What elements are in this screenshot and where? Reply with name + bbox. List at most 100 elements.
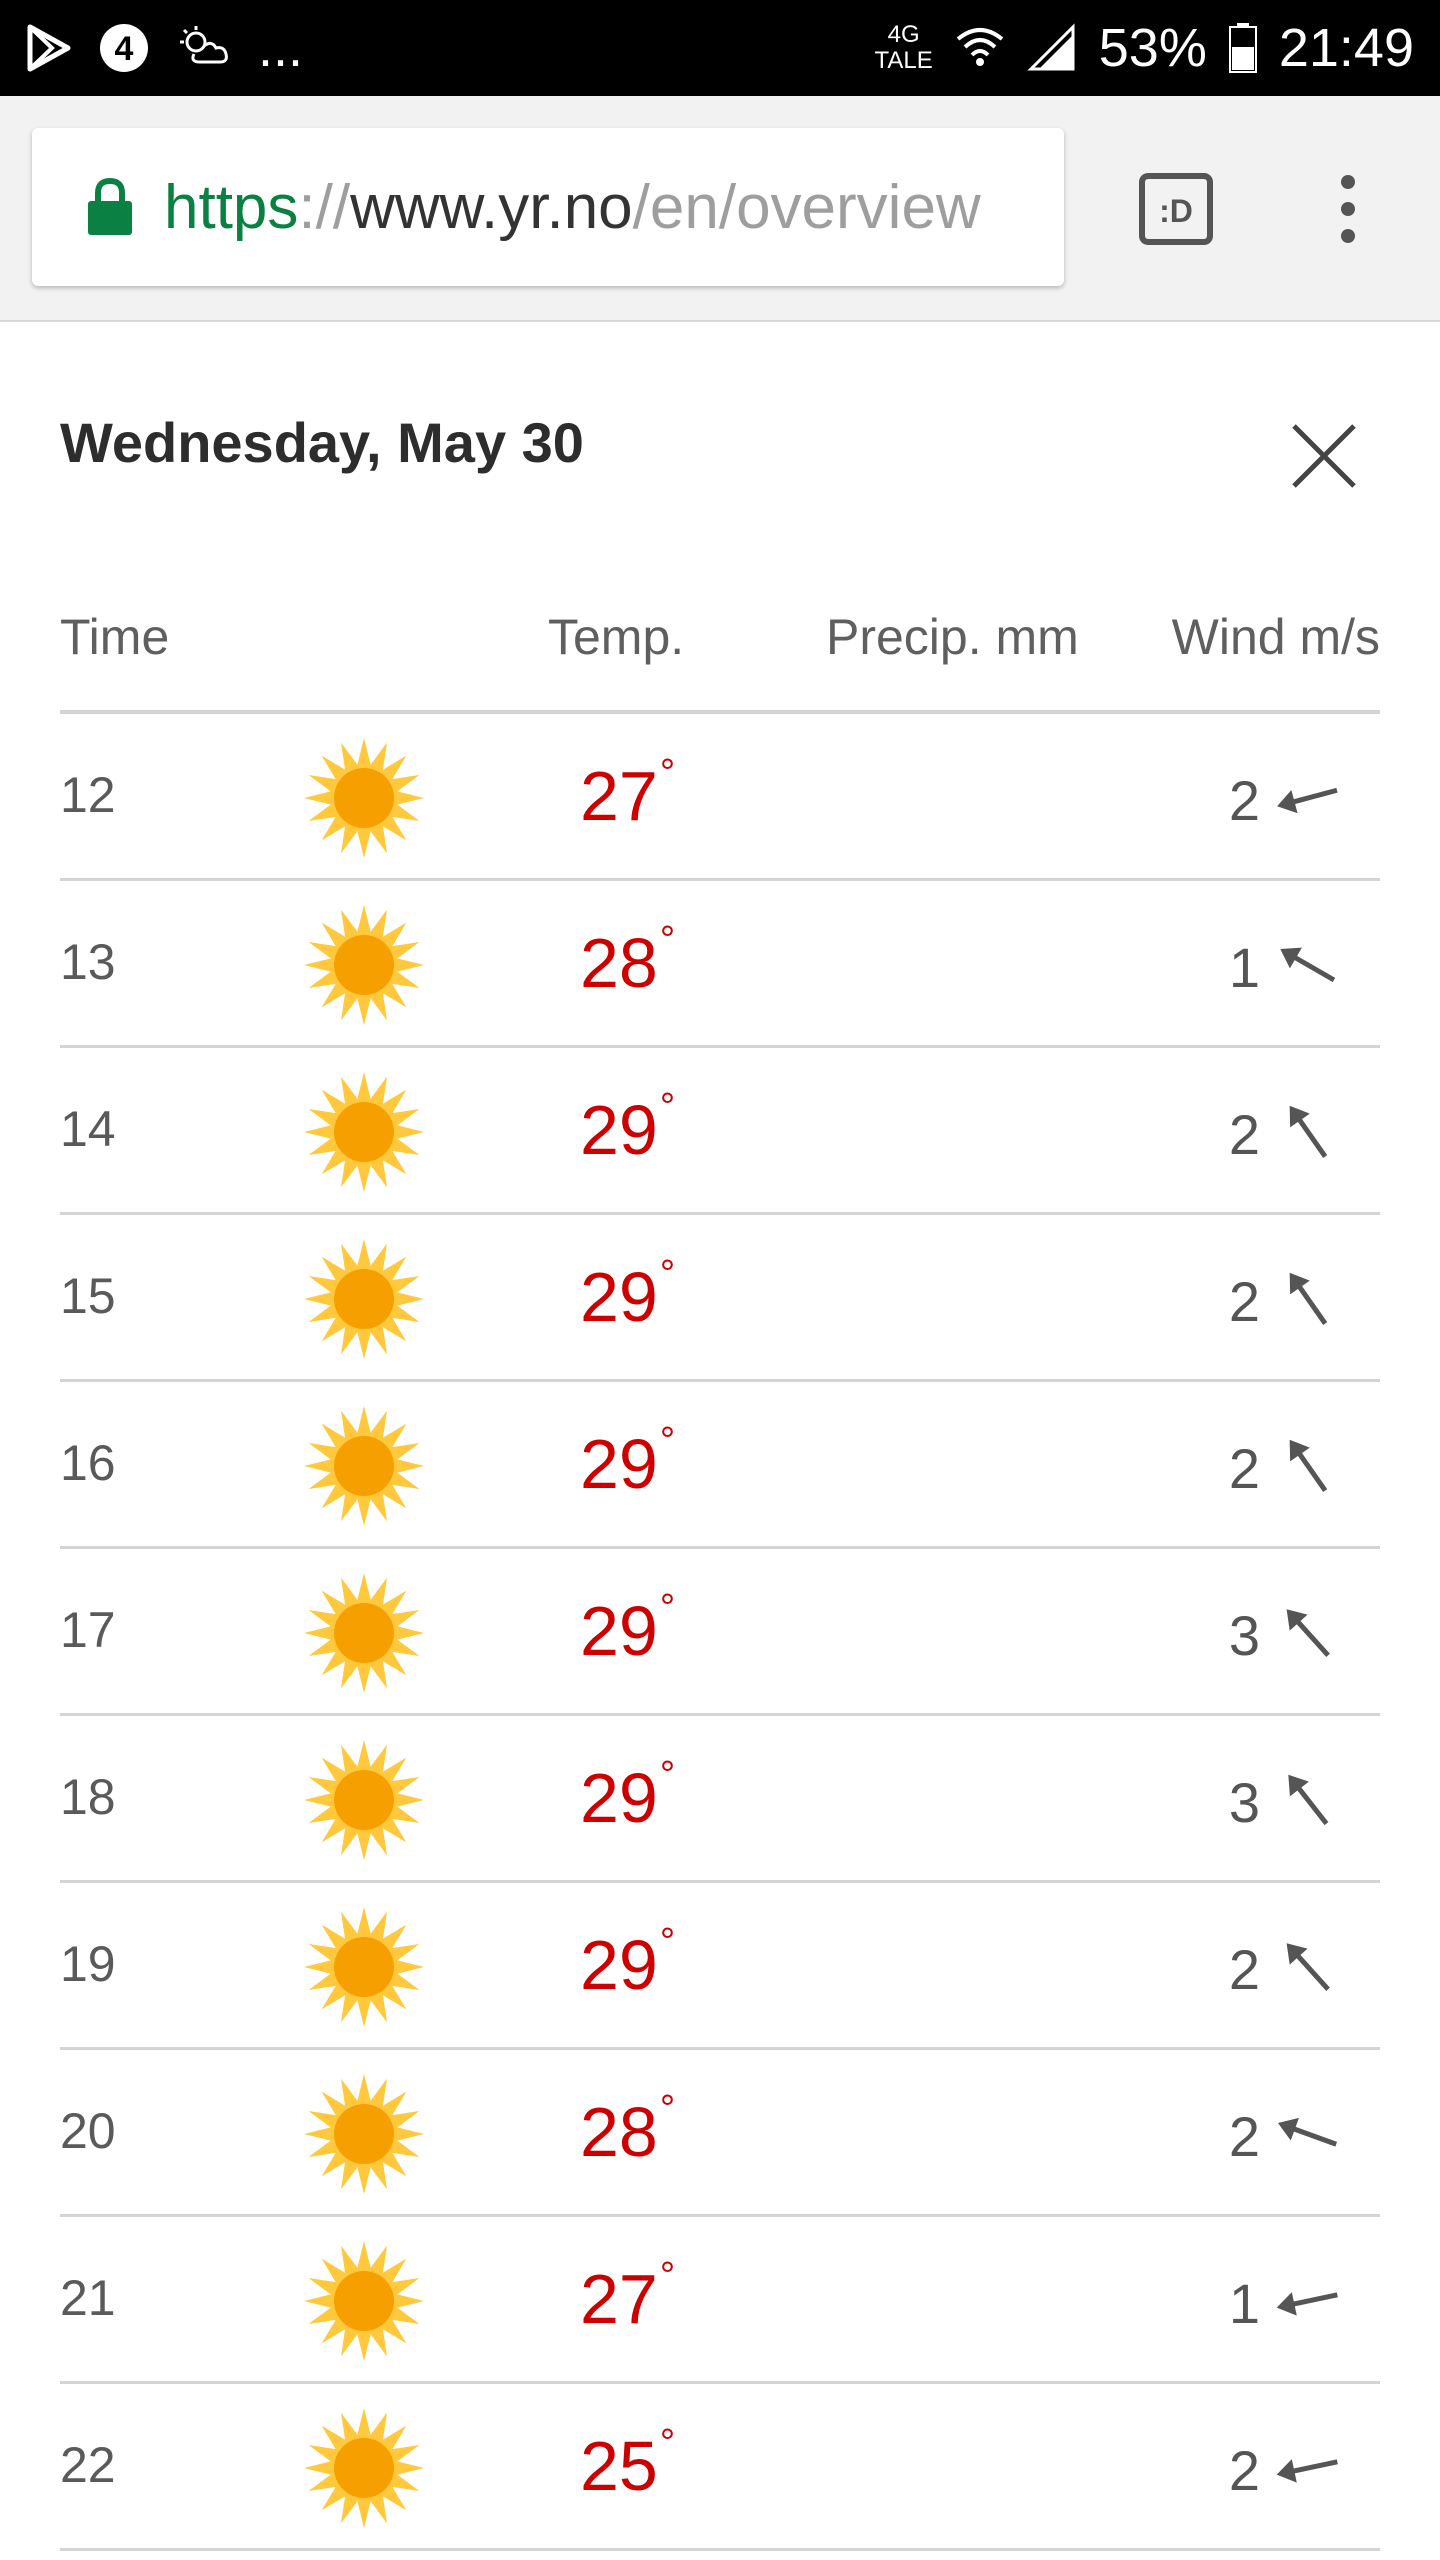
network-type-top: 4G (887, 21, 920, 48)
row-time: 19 (60, 1936, 116, 1992)
sun-icon (304, 1239, 424, 1359)
signal-icon (1027, 23, 1075, 71)
row-wind-speed: 2 (1228, 1103, 1260, 1166)
row-temp: 27° (580, 2255, 675, 2339)
url-host: www.yr.no (350, 172, 633, 242)
row-temp: 27° (580, 752, 675, 836)
degree-symbol: ° (659, 919, 676, 961)
wind-direction-arrow-icon (1289, 1105, 1328, 1159)
sun-disc (334, 2438, 394, 2498)
status-bar-left: 4 ... (26, 17, 329, 79)
table-row: 22 25° 2 (60, 2384, 1380, 2551)
sun-icon (304, 1740, 424, 1860)
wind-direction-arrow-icon (1288, 1774, 1329, 1826)
row-time: 15 (60, 1268, 116, 1324)
table-row: 21 27° 1 (60, 2217, 1380, 2384)
more-notifications-indicator: ... (258, 18, 304, 78)
row-wind-speed: 2 (1228, 2105, 1260, 2168)
address-bar[interactable]: https://www.yr.no/en/overview (32, 128, 1064, 286)
row-wind-speed: 2 (1228, 1270, 1260, 1333)
sun-icon (304, 2074, 424, 2194)
row-wind-speed: 1 (1228, 2272, 1260, 2335)
wind-direction-arrow-icon (1276, 2459, 1338, 2483)
table-row: 16 29° 2 (60, 1382, 1380, 1549)
row-time: 17 (60, 1602, 116, 1658)
row-wind-speed: 3 (1228, 1771, 1260, 1834)
status-time: 21:49 (1278, 18, 1414, 78)
panel-title: Wednesday, May 30 (60, 411, 584, 474)
row-temp: 28° (580, 2088, 675, 2172)
row-temp: 29° (580, 1253, 675, 1337)
degree-symbol: ° (659, 1921, 676, 1963)
row-temp-value: 29 (580, 1091, 658, 1169)
degree-symbol: ° (659, 2255, 676, 2297)
sun-icon (304, 905, 424, 1025)
row-time: 12 (60, 767, 116, 823)
url-path: /en/overview (632, 172, 981, 242)
sun-disc (334, 1436, 394, 1496)
table-row: 12 27° 2 (60, 714, 1380, 881)
sun-icon (304, 1907, 424, 2027)
degree-symbol: ° (659, 1754, 676, 1796)
header-wind: Wind m/s (1171, 609, 1380, 665)
row-time: 14 (60, 1101, 116, 1157)
row-wind-speed: 2 (1228, 769, 1260, 832)
sun-disc (334, 935, 394, 995)
status-bar: 4 ... 4G TALE 53% 21:49 (0, 0, 1440, 96)
more-options-button[interactable] (1320, 172, 1376, 246)
wind-direction-arrow-icon (1277, 2117, 1338, 2147)
sun-icon (304, 2408, 424, 2528)
wind-direction-arrow-icon (1276, 2292, 1338, 2316)
sun-icon (304, 1072, 424, 1192)
degree-symbol: ° (659, 1253, 676, 1295)
row-temp: 29° (580, 1587, 675, 1671)
network-type: 4G TALE (875, 22, 933, 74)
row-temp-value: 29 (580, 1759, 658, 1837)
row-temp: 29° (580, 1086, 675, 1170)
table-header: Time Temp. Precip. mm Wind m/s (60, 590, 1380, 714)
row-temp-value: 28 (580, 2093, 658, 2171)
degree-symbol: ° (659, 2088, 676, 2130)
battery-icon (1228, 23, 1257, 73)
row-temp-value: 27 (580, 2260, 658, 2338)
row-temp-value: 29 (580, 1258, 658, 1336)
network-type-bottom: TALE (874, 47, 933, 74)
row-time: 20 (60, 2103, 116, 2159)
table-row: 19 29° 2 (60, 1883, 1380, 2050)
sun-disc (334, 1102, 394, 1162)
row-time: 18 (60, 1769, 116, 1825)
wind-direction-arrow-icon (1286, 1609, 1330, 1657)
reader-mode-button[interactable]: :D (1138, 172, 1214, 246)
table-row: 13 28° 1 (60, 881, 1380, 1048)
svg-text:4: 4 (115, 30, 134, 68)
row-temp-value: 28 (580, 924, 658, 1002)
sun-icon (304, 1573, 424, 1693)
url-separator: :// (298, 172, 351, 242)
row-wind-speed: 2 (1228, 1437, 1260, 1500)
url-text[interactable]: https://www.yr.no/en/overview (164, 172, 981, 243)
wind-direction-arrow-icon (1289, 1439, 1328, 1493)
row-temp-value: 27 (580, 757, 658, 835)
wind-direction-arrow-icon (1280, 947, 1336, 983)
close-icon[interactable] (1284, 416, 1364, 496)
table-row: 17 29° 3 (60, 1549, 1380, 1716)
table-row: 14 29° 2 (60, 1048, 1380, 1215)
forecast-table: Time Temp. Precip. mm Wind m/s 12 27° 2 … (60, 590, 1380, 2551)
weather-icon (180, 26, 228, 64)
reader-mode-label: :D (1159, 193, 1193, 229)
table-row: 18 29° 3 (60, 1716, 1380, 1883)
wind-direction-arrow-icon (1289, 1272, 1328, 1326)
wind-direction-arrow-icon (1286, 1943, 1330, 1991)
sun-icon (304, 738, 424, 858)
channel4-icon: 4 (100, 24, 148, 72)
row-wind-speed: 2 (1228, 2439, 1260, 2502)
degree-symbol: ° (659, 1086, 676, 1128)
sun-disc (334, 2271, 394, 2331)
wifi-icon (956, 28, 1004, 66)
url-scheme: https (164, 172, 299, 242)
degree-symbol: ° (659, 1587, 676, 1629)
degree-symbol: ° (659, 752, 676, 794)
status-bar-right: 4G TALE 53% 21:49 (853, 17, 1414, 79)
row-time: 22 (60, 2437, 116, 2493)
sun-disc (334, 768, 394, 828)
